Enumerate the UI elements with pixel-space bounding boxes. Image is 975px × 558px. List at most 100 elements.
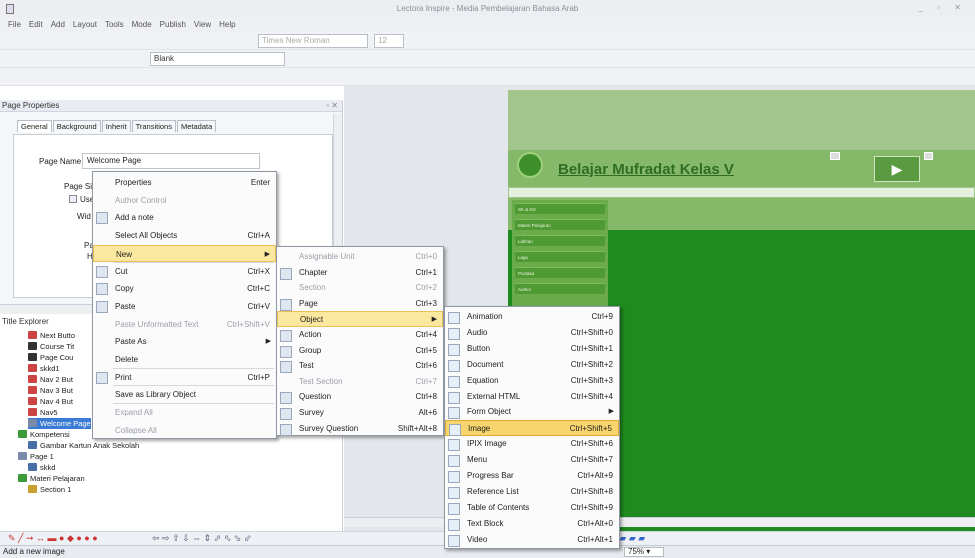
menu-item-label: Audio — [467, 327, 488, 337]
menu-item-collapse-all[interactable]: Collapse All — [93, 422, 276, 440]
menu-item-audio[interactable]: Audio Ctrl+Shift+0 — [445, 325, 619, 341]
menu-item-external-html[interactable]: External HTML Ctrl+Shift+4 — [445, 389, 619, 405]
menu-item-equation[interactable]: Equation Ctrl+Shift+3 — [445, 373, 619, 389]
menu-item-question[interactable]: Question Ctrl+8 — [277, 389, 443, 405]
font-size-select[interactable]: 12 — [374, 34, 404, 48]
zoom-select[interactable]: 75% ▾ — [624, 547, 664, 557]
tree-item[interactable]: Nav 3 But — [28, 385, 73, 396]
nav-item[interactable]: Materi Pelajaran — [515, 219, 605, 230]
tab-metadata[interactable]: Metadata — [176, 120, 217, 132]
tree-item[interactable]: Course Tit — [28, 341, 74, 352]
play-button[interactable]: ▶ — [874, 156, 920, 182]
tab-background[interactable]: Background — [52, 120, 101, 132]
menu-item-text-block[interactable]: Text Block Ctrl+Alt+0 — [445, 516, 619, 532]
menu-item-author-control[interactable]: Author Control — [93, 192, 276, 210]
panel-close-icon[interactable]: ▫ ✕ — [326, 100, 338, 112]
menu-item-select-all-objects[interactable]: Select All Objects Ctrl+A — [93, 227, 276, 245]
menu-item-expand-all[interactable]: Expand All — [93, 404, 276, 422]
tree-item[interactable]: Gambar Kartun Anak Sekolah — [28, 440, 139, 451]
form-object-icon — [448, 407, 460, 420]
use-checkbox[interactable] — [69, 195, 77, 203]
menu-mode[interactable]: Mode — [132, 20, 152, 29]
menu-item-test[interactable]: Test Ctrl+6 — [277, 358, 443, 374]
tree-item[interactable]: Nav5 — [28, 407, 58, 418]
menu-item-progress-bar[interactable]: Progress Bar Ctrl+Alt+9 — [445, 468, 619, 484]
small-button-icon[interactable] — [830, 152, 840, 160]
menu-item-table-of-contents[interactable]: Table of Contents Ctrl+Shift+9 — [445, 500, 619, 516]
print-icon — [96, 371, 108, 384]
menu-item-animation[interactable]: Animation Ctrl+9 — [445, 309, 619, 325]
nav-item[interactable]: Lagu — [515, 251, 605, 262]
nav-item[interactable]: Author — [515, 283, 605, 294]
tree-item[interactable]: Nav 2 But — [28, 374, 73, 385]
menu-publish[interactable]: Publish — [160, 20, 186, 29]
tree-item[interactable]: Section 1 — [28, 484, 71, 495]
menu-view[interactable]: View — [194, 20, 211, 29]
tree-item[interactable]: Kompetensi — [18, 429, 70, 440]
menu-item-test-section[interactable]: Test Section Ctrl+7 — [277, 374, 443, 390]
page-name-input[interactable]: Welcome Page — [82, 153, 260, 169]
menu-item-menu[interactable]: Menu Ctrl+Shift+7 — [445, 452, 619, 468]
menu-item-assignable-unit[interactable]: Assignable Unit Ctrl+0 — [277, 249, 443, 265]
menu-item-paste-unformatted-text[interactable]: Paste Unformatted Text Ctrl+Shift+V — [93, 316, 276, 334]
menu-item-section[interactable]: Section Ctrl+2 — [277, 280, 443, 296]
tab-general[interactable]: General — [17, 120, 52, 132]
menu-item-image[interactable]: Image Ctrl+Shift+5 — [445, 420, 619, 437]
font-name-select[interactable]: Times New Roman — [258, 34, 368, 48]
button-icon — [28, 386, 37, 394]
menu-item-survey-question[interactable]: Survey Question Shift+Alt+8 — [277, 421, 443, 437]
nav-item[interactable]: Pustaka — [515, 267, 605, 278]
arrow-shapes-icon[interactable]: ⇦ ⇨ ⇧ ⇩ ⇔ ⇕ ⬀ ⬁ ⬂ ⬃ — [152, 533, 251, 544]
menu-item-page[interactable]: Page Ctrl+3 — [277, 296, 443, 312]
tree-item[interactable]: skkd1 — [28, 363, 60, 374]
menu-help[interactable]: Help — [219, 20, 235, 29]
tree-item[interactable]: Next Butto — [28, 330, 75, 341]
tab-inherit[interactable]: Inherit — [101, 120, 131, 132]
menu-item-action[interactable]: Action Ctrl+4 — [277, 327, 443, 343]
tree-item[interactable]: Page 1 — [18, 451, 54, 462]
tree-item-label: Nav 3 But — [40, 386, 73, 395]
menu-item-label: External HTML — [467, 391, 521, 401]
menu-tools[interactable]: Tools — [105, 20, 124, 29]
tree-item[interactable]: Page Cou — [28, 352, 73, 363]
menu-item-object[interactable]: Object ▶ — [277, 311, 443, 327]
menu-item-copy[interactable]: Copy Ctrl+C — [93, 280, 276, 298]
close-button-icon[interactable] — [924, 152, 933, 160]
menu-item-print[interactable]: Print Ctrl+P — [93, 369, 276, 387]
menu-item-reference-list[interactable]: Reference List Ctrl+Shift+8 — [445, 484, 619, 500]
menu-item-delete[interactable]: Delete — [93, 351, 276, 369]
tree-item[interactable]: Welcome Page — [28, 418, 91, 429]
tab-transitions[interactable]: Transitions — [131, 120, 176, 132]
tree-item[interactable]: Nav 4 But — [28, 396, 73, 407]
draw-tools-icon[interactable]: ✎ ╱ ➞ ↔ ▬ ● ◆ ● ● ● — [8, 533, 98, 544]
menu-item-add-a-note[interactable]: Add a note — [93, 209, 276, 227]
menu-item-properties[interactable]: Properties Enter — [93, 174, 276, 192]
menu-item-survey[interactable]: Survey Alt+6 — [277, 405, 443, 421]
tree-item[interactable]: skkd — [28, 462, 55, 473]
menu-item-save-as-library-object[interactable]: Save as Library Object — [93, 386, 276, 404]
question-icon — [280, 392, 292, 405]
collapse-all-icon — [96, 425, 108, 437]
menu-item-chapter[interactable]: Chapter Ctrl+1 — [277, 265, 443, 281]
layout-select[interactable]: Blank — [150, 52, 285, 66]
nav-item[interactable]: SK & KD — [515, 203, 605, 214]
window-controls[interactable]: _ ▫ ✕ — [919, 3, 967, 12]
menu-item-document[interactable]: Document Ctrl+Shift+2 — [445, 357, 619, 373]
menu-item-group[interactable]: Group Ctrl+5 — [277, 343, 443, 359]
nav-item[interactable]: Latihan — [515, 235, 605, 246]
menu-item-ipix-image[interactable]: IPIX Image Ctrl+Shift+6 — [445, 436, 619, 452]
canvas-scrollbar[interactable] — [344, 517, 975, 527]
menu-item-label: Collapse All — [115, 425, 157, 435]
menu-layout[interactable]: Layout — [73, 20, 97, 29]
menu-item-paste[interactable]: Paste Ctrl+V — [93, 298, 276, 316]
menu-item-cut[interactable]: Cut Ctrl+X — [93, 263, 276, 281]
menu-item-video[interactable]: Video Ctrl+Alt+1 — [445, 532, 619, 548]
menu-item-button[interactable]: Button Ctrl+Shift+1 — [445, 341, 619, 357]
menu-edit[interactable]: Edit — [29, 20, 43, 29]
menu-item-form-object[interactable]: Form Object ▶ — [445, 404, 619, 420]
menu-file[interactable]: File — [8, 20, 21, 29]
menu-item-paste-as[interactable]: Paste As ▶ — [93, 333, 276, 351]
menu-item-new[interactable]: New ▶ — [93, 244, 276, 263]
tree-item[interactable]: Materi Pelajaran — [18, 473, 85, 484]
menu-add[interactable]: Add — [51, 20, 65, 29]
